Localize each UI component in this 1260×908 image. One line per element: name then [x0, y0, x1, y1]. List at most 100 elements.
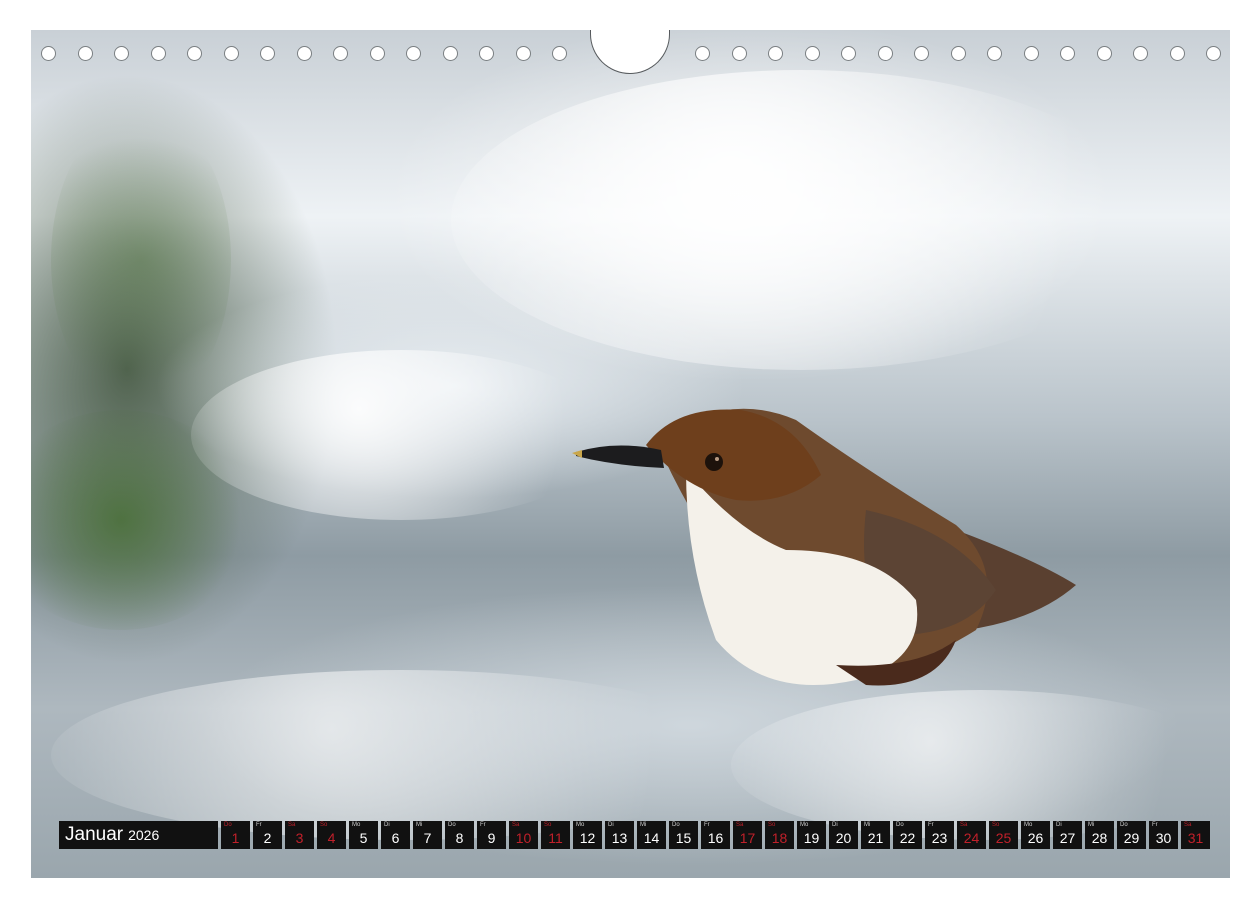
weekday-label: Do: [1120, 822, 1128, 828]
weekday-label: Mo: [800, 822, 809, 828]
binding-hole: [515, 46, 531, 61]
weekday-label: So: [320, 822, 328, 828]
weekday-label: Fr: [1152, 822, 1158, 828]
binding-hole: [333, 46, 348, 61]
day-number: 22: [899, 830, 916, 846]
day-number: 13: [611, 830, 628, 846]
weekday-label: So: [992, 822, 1000, 828]
binding-hole: [877, 46, 893, 61]
day-number: 5: [359, 830, 368, 846]
day-number: 19: [803, 830, 820, 846]
day-cell: Mi 14: [637, 821, 666, 849]
weekday-label: Sa: [512, 822, 520, 828]
binding-hole: [223, 46, 239, 61]
day-cell: So 25: [989, 821, 1018, 849]
day-number: 18: [771, 830, 788, 846]
binding-hole: [914, 46, 929, 61]
day-cell: Sa 10: [509, 821, 538, 849]
binding-hole: [768, 46, 783, 61]
day-number: 7: [423, 830, 432, 846]
weekday-label: Fr: [480, 822, 486, 828]
binding-hole: [804, 46, 820, 61]
binding-hole: [187, 46, 202, 61]
moss-patch: [51, 110, 231, 410]
weekday-label: Mi: [1088, 822, 1095, 828]
foam-patch: [451, 70, 1151, 370]
binding-hole: [406, 46, 421, 61]
binding-hole: [77, 46, 93, 61]
weekday-label: Di: [832, 822, 838, 828]
day-cell: So 18: [765, 821, 794, 849]
day-number: 3: [295, 830, 304, 846]
binding-hole: [114, 46, 129, 61]
binding-hole: [150, 46, 166, 61]
weekday-label: Mo: [576, 822, 585, 828]
binding-hole: [1060, 46, 1075, 61]
day-cell: Mi 21: [861, 821, 890, 849]
day-cell: Mi 7: [413, 821, 442, 849]
day-cell: So 11: [541, 821, 570, 849]
day-number: 30: [1155, 830, 1172, 846]
day-number: 15: [675, 830, 692, 846]
binding-hole: [1133, 46, 1148, 61]
weekday-label: Sa: [288, 822, 296, 828]
day-cell: Di 20: [829, 821, 858, 849]
day-cell: Fr 30: [1149, 821, 1178, 849]
day-number: 8: [455, 830, 464, 846]
day-cell: Di 27: [1053, 821, 1082, 849]
month-year: 2026: [128, 827, 160, 843]
month-name: Januar: [65, 824, 124, 845]
day-cell: Fr 16: [701, 821, 730, 849]
calendar-strip: Januar 2026 Do 1 Fr 2 Sa 3 So 4 Mo 5 Di 6 Mi 7 Do 8 Fr 9 S…: [59, 821, 1210, 849]
binding-hole: [841, 46, 856, 61]
day-cell: Do 8: [445, 821, 474, 849]
day-number: 31: [1187, 830, 1204, 846]
day-cell: Mi 28: [1085, 821, 1114, 849]
day-cell: Sa 24: [957, 821, 986, 849]
binding-hole: [1206, 46, 1221, 61]
day-cell: Mo 5: [349, 821, 378, 849]
weekday-label: Sa: [960, 822, 968, 828]
day-cell: Fr 9: [477, 821, 506, 849]
binding-hole: [950, 46, 966, 61]
weekday-label: Fr: [256, 822, 262, 828]
binding-hole: [1023, 46, 1039, 61]
day-number: 11: [548, 830, 563, 846]
weekday-label: Di: [1056, 822, 1062, 828]
day-number: 20: [835, 830, 852, 846]
weekday-label: Fr: [704, 822, 710, 828]
binding-hole: [479, 46, 494, 61]
day-cell: Fr 23: [925, 821, 954, 849]
day-number: 17: [739, 830, 756, 846]
day-number: 1: [231, 830, 240, 846]
binding-hole: [296, 46, 312, 61]
binding-hole: [552, 46, 567, 61]
day-number: 9: [487, 830, 496, 846]
day-cell: Sa 31: [1181, 821, 1210, 849]
binding-hole: [369, 46, 385, 61]
day-number: 4: [327, 830, 336, 846]
calendar-photo: [31, 30, 1230, 878]
day-number: 26: [1027, 830, 1044, 846]
day-number: 23: [931, 830, 948, 846]
day-cell: Sa 3: [285, 821, 314, 849]
day-cell: Do 22: [893, 821, 922, 849]
day-cell: Di 6: [381, 821, 410, 849]
weekday-label: Mo: [1024, 822, 1033, 828]
weekday-label: So: [768, 822, 776, 828]
day-number: 16: [707, 830, 724, 846]
foam-patch: [51, 670, 751, 840]
foam-patch: [731, 690, 1230, 840]
day-cell: Di 13: [605, 821, 634, 849]
weekday-label: Do: [224, 822, 232, 828]
binding-hole: [442, 46, 458, 61]
day-number: 28: [1091, 830, 1108, 846]
weekday-label: Sa: [736, 822, 744, 828]
weekday-label: Mo: [352, 822, 361, 828]
day-cell: Fr 2: [253, 821, 282, 849]
day-number: 21: [867, 830, 884, 846]
weekday-label: Di: [384, 822, 390, 828]
day-cell: Mo 19: [797, 821, 826, 849]
binding-hole: [41, 46, 56, 61]
weekday-label: Mi: [416, 822, 423, 828]
